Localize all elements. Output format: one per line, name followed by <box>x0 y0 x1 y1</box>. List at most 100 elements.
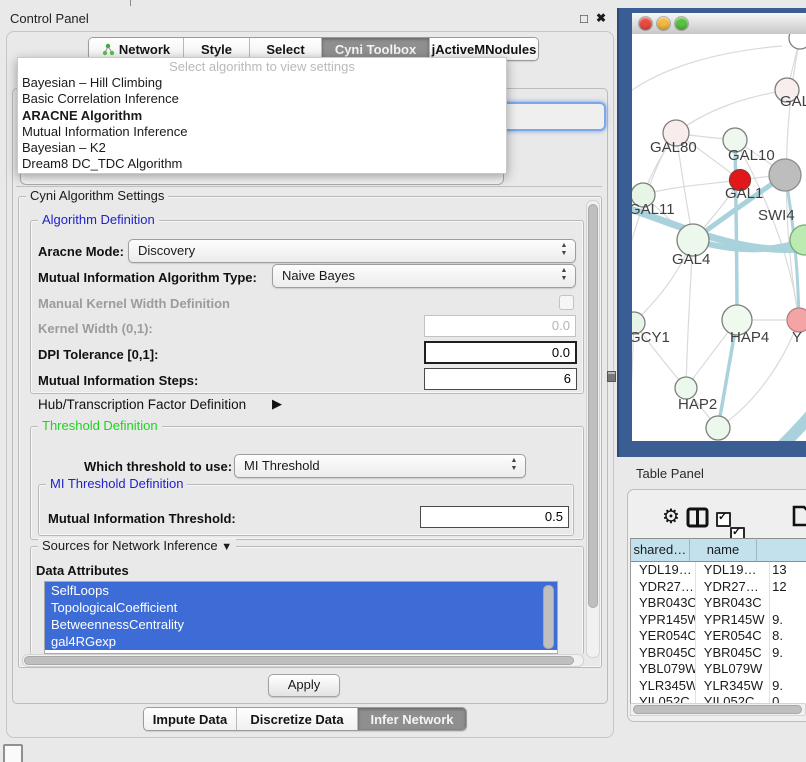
mi-steps-field[interactable]: 6 <box>424 368 577 390</box>
minimize-traffic-light[interactable] <box>657 17 670 30</box>
panel-divider-grip[interactable] <box>607 371 616 382</box>
cell-value[interactable] <box>770 661 806 678</box>
table-row[interactable]: YBR043C YBR043C <box>631 595 806 612</box>
cell-value[interactable]: 13 <box>770 562 806 579</box>
mi-algorithm-type-label: Mutual Information Algorithm Type: <box>38 270 257 285</box>
cell-value[interactable]: 9. <box>770 612 806 629</box>
hub-definition-label[interactable]: Hub/Transcription Factor Definition <box>38 397 246 412</box>
node-label: GAL1 <box>725 185 763 202</box>
column-header-name[interactable]: name <box>690 538 758 562</box>
zoom-traffic-light[interactable] <box>675 17 688 30</box>
collapsed-panel-button[interactable] <box>3 744 23 762</box>
mi-steps-label: Mutual Information Steps: <box>38 373 198 388</box>
cell-shared-name[interactable]: YDL19… <box>631 562 696 579</box>
dropdown-item-bayesian-hill-climbing[interactable]: Bayesian – Hill Climbing <box>18 75 506 91</box>
network-icon <box>102 43 115 56</box>
node-unlabeled[interactable] <box>789 34 806 49</box>
tab-style-label: Style <box>201 42 232 57</box>
table-row[interactable]: YBL079W YBL079W <box>631 661 806 678</box>
export-table-icon[interactable] <box>792 504 806 531</box>
table-horizontal-scrollbar-thumb[interactable] <box>633 705 802 714</box>
settings-vertical-scrollbar-thumb[interactable] <box>588 204 598 608</box>
aracne-mode-combobox[interactable]: Discovery ▲▼ <box>128 239 576 263</box>
tab-impute-data[interactable]: Impute Data <box>144 708 237 730</box>
settings-horizontal-scrollbar-thumb[interactable] <box>24 656 574 665</box>
which-threshold-combobox[interactable]: MI Threshold ▲▼ <box>234 454 526 478</box>
dropdown-item-mutual-information[interactable]: Mutual Information Inference <box>18 124 506 140</box>
kernel-width-field: 0.0 <box>424 315 576 337</box>
tab-infer-network[interactable]: Infer Network <box>358 708 466 730</box>
tab-infer-network-label: Infer Network <box>370 712 453 727</box>
cell-name[interactable]: YDR27… <box>696 579 770 596</box>
cell-value[interactable]: 12 <box>770 579 806 596</box>
dropdown-item-aracne[interactable]: ARACNE Algorithm <box>18 108 506 124</box>
cell-shared-name[interactable]: YLR345W <box>631 678 696 695</box>
cell-shared-name[interactable]: YBR043C <box>631 595 696 612</box>
cell-shared-name[interactable]: YPR145W <box>631 612 696 629</box>
select-all-checkbox-icon[interactable]: ✓ <box>716 512 731 527</box>
cell-name[interactable]: YER054C <box>696 628 770 645</box>
dropdown-item-basic-correlation[interactable]: Basic Correlation Inference <box>18 91 506 107</box>
bottom-tabbar: Impute Data Discretize Data Infer Networ… <box>143 707 467 731</box>
table-row[interactable]: YLR345W YLR345W 9. <box>631 678 806 695</box>
list-item-selfloops[interactable]: SelfLoops <box>45 582 557 599</box>
dropdown-item-bayesian-k2[interactable]: Bayesian – K2 <box>18 140 506 156</box>
mi-algorithm-type-value: Naive Bayes <box>282 265 355 287</box>
list-item-betweennesscentrality[interactable]: BetweennessCentrality <box>45 616 557 633</box>
cell-shared-name[interactable]: YDR27… <box>631 579 696 596</box>
cell-name[interactable]: YDL19… <box>696 562 770 579</box>
column-header-clipped[interactable] <box>757 538 806 562</box>
threshold-definition-title: Threshold Definition <box>38 419 162 432</box>
dropdown-item-dream8[interactable]: Dream8 DC_TDC Algorithm <box>18 156 506 172</box>
cell-value[interactable]: 8. <box>770 628 806 645</box>
network-canvas[interactable]: GAL GAL80 GAL10 GAL1 GAL11 SWI4 GAL4 GCY… <box>632 34 806 441</box>
tab-discretize-data-label: Discretize Data <box>250 712 343 727</box>
float-window-button[interactable]: □ <box>580 11 588 26</box>
cell-value[interactable]: 9. <box>770 678 806 695</box>
node-label: GAL10 <box>728 147 775 164</box>
tab-impute-data-label: Impute Data <box>153 712 227 727</box>
sources-expand-icon[interactable]: ▼ <box>221 541 232 553</box>
mi-threshold-field[interactable]: 0.5 <box>420 506 569 528</box>
dpi-tolerance-field[interactable]: 0.0 <box>424 341 577 364</box>
node-label: HAP2 <box>678 396 717 413</box>
close-window-button[interactable]: ✖ <box>596 11 606 25</box>
table-row[interactable]: YDR27… YDR27… 12 <box>631 579 806 596</box>
aracne-mode-label: Aracne Mode: <box>38 244 124 259</box>
table-row[interactable]: YER054C YER054C 8. <box>631 628 806 645</box>
table-row[interactable]: YBR045C YBR045C 9. <box>631 645 806 662</box>
cell-shared-name[interactable]: YBL079W <box>631 661 696 678</box>
sources-title[interactable]: Sources for Network Inference ▼ <box>38 539 236 554</box>
cell-value[interactable] <box>770 595 806 612</box>
which-threshold-label: Which threshold to use: <box>84 459 232 474</box>
cell-name[interactable]: YBR045C <box>696 645 770 662</box>
split-columns-icon[interactable] <box>686 507 709 531</box>
cell-shared-name[interactable]: YER054C <box>631 628 696 645</box>
node-bottom[interactable] <box>706 416 730 440</box>
table-row[interactable]: YPR145W YPR145W 9. <box>631 612 806 629</box>
table-gear-icon[interactable]: ⚙ <box>662 504 680 529</box>
cell-value[interactable]: 9. <box>770 645 806 662</box>
hub-collapse-arrow-icon[interactable]: ▶ <box>272 396 282 412</box>
cell-shared-name[interactable]: YBR045C <box>631 645 696 662</box>
cell-name[interactable]: YBR043C <box>696 595 770 612</box>
cell-name[interactable]: YPR145W <box>696 612 770 629</box>
cell-name[interactable]: YLR345W <box>696 678 770 695</box>
tab-discretize-data[interactable]: Discretize Data <box>237 708 358 730</box>
apply-button[interactable]: Apply <box>268 674 340 697</box>
tab-network-label: Network <box>119 42 170 57</box>
network-node-labels: GAL GAL80 GAL10 GAL1 GAL11 SWI4 GAL4 GCY… <box>632 93 806 413</box>
mi-algorithm-type-combobox[interactable]: Naive Bayes ▲▼ <box>272 264 576 288</box>
attributes-list-scrollbar[interactable] <box>543 585 554 649</box>
table-header-row: shared… name <box>631 538 806 562</box>
close-traffic-light[interactable] <box>639 17 652 30</box>
column-header-shared-name[interactable]: shared… <box>631 538 690 562</box>
node-label: Y <box>792 329 802 346</box>
table-row[interactable]: YDL19… YDL19… 13 <box>631 562 806 579</box>
mi-threshold-definition-title: MI Threshold Definition <box>46 477 187 490</box>
control-panel-title: Control Panel <box>10 11 89 26</box>
list-item-gal4rgexp[interactable]: gal4RGexp <box>45 633 557 650</box>
dpi-tolerance-label: DPI Tolerance [0,1]: <box>38 347 158 362</box>
list-item-topologicalcoefficient[interactable]: TopologicalCoefficient <box>45 599 557 616</box>
cell-name[interactable]: YBL079W <box>696 661 770 678</box>
